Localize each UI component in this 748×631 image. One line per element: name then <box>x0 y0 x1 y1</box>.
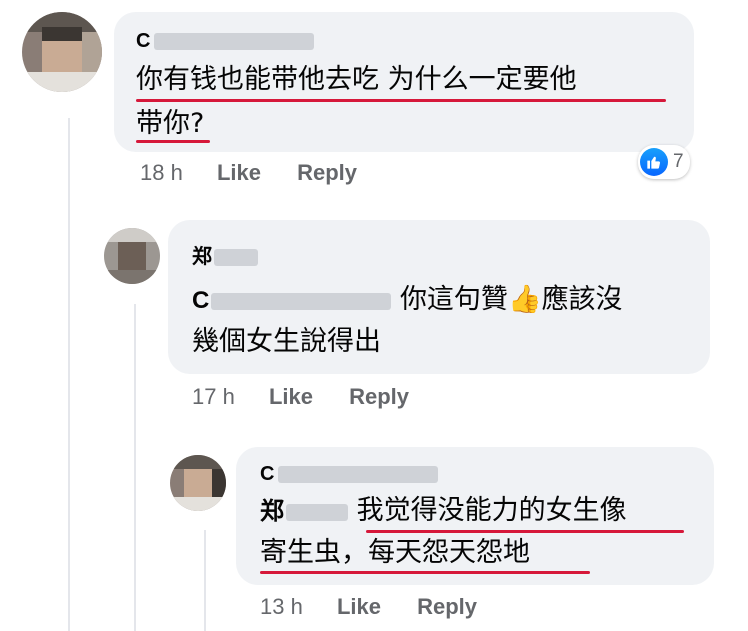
redacted-name <box>214 249 258 267</box>
reply-bubble: 郑 C 你這句贊👍應該沒 幾個女生說得出 <box>168 220 710 374</box>
thumbs-up-icon <box>640 148 668 176</box>
comment-text-line1: C 你這句贊👍應該沒 <box>192 280 623 321</box>
avatar[interactable] <box>170 455 226 511</box>
annotation-underline <box>136 99 666 102</box>
author-initial: C <box>136 30 151 52</box>
comment-meta: 17 h Like Reply <box>192 384 409 410</box>
annotation-underline <box>136 140 210 143</box>
comment-text: 我觉得没能力的女生像 <box>356 495 627 526</box>
comment-text-line2: 幾個女生說得出 <box>192 326 381 357</box>
like-button[interactable]: Like <box>337 594 381 619</box>
reply-button[interactable]: Reply <box>349 384 409 409</box>
thread-line-reply <box>134 304 136 631</box>
comment-bubble: C 你有钱也能带他去吃 为什么一定要他 带你? <box>114 12 694 152</box>
reply-button[interactable]: Reply <box>417 594 477 619</box>
thumbs-up-emoji-icon: 👍 <box>507 284 542 315</box>
comment-timestamp[interactable]: 17 h <box>192 384 235 409</box>
reply-button[interactable]: Reply <box>297 160 357 185</box>
like-button[interactable]: Like <box>269 384 313 409</box>
redacted-name <box>278 466 439 484</box>
mention-tag[interactable]: 郑 <box>260 498 348 525</box>
reaction-summary[interactable]: 7 <box>638 145 690 179</box>
author-initial: 郑 <box>192 246 212 268</box>
comment-timestamp[interactable]: 18 h <box>140 160 183 185</box>
comment-text-line2: 寄生虫，每天怨天怨地 <box>260 537 530 568</box>
comment-text: 你這句贊 <box>399 284 508 315</box>
redacted-name <box>211 293 392 311</box>
comment-author[interactable]: C <box>260 463 439 486</box>
thread-line-nested <box>204 530 206 631</box>
comment-meta: 18 h Like Reply <box>140 160 357 186</box>
comment-timestamp[interactable]: 13 h <box>260 594 303 619</box>
avatar[interactable] <box>22 12 102 92</box>
like-button[interactable]: Like <box>217 160 261 185</box>
comment-author[interactable]: C <box>136 30 315 53</box>
avatar[interactable] <box>104 228 160 284</box>
redacted-name <box>286 504 348 522</box>
comment-meta: 13 h Like Reply <box>260 594 477 620</box>
redacted-name <box>154 33 315 51</box>
comment-text-line1: 郑 我觉得没能力的女生像 <box>260 491 627 532</box>
author-initial: C <box>260 463 275 485</box>
comment-text-line2: 带你? <box>136 108 205 139</box>
annotation-underline <box>260 571 590 574</box>
reaction-count: 7 <box>673 151 684 172</box>
comment-author[interactable]: 郑 <box>192 240 258 269</box>
reply-bubble: C 郑 我觉得没能力的女生像 寄生虫，每天怨天怨地 <box>236 447 714 585</box>
mention-tag[interactable]: C <box>192 287 392 314</box>
comment-text-line1: 你有钱也能带他去吃 为什么一定要他 <box>136 64 577 95</box>
comment-text: 應該沒 <box>541 284 623 315</box>
thread-line-main <box>68 118 70 631</box>
